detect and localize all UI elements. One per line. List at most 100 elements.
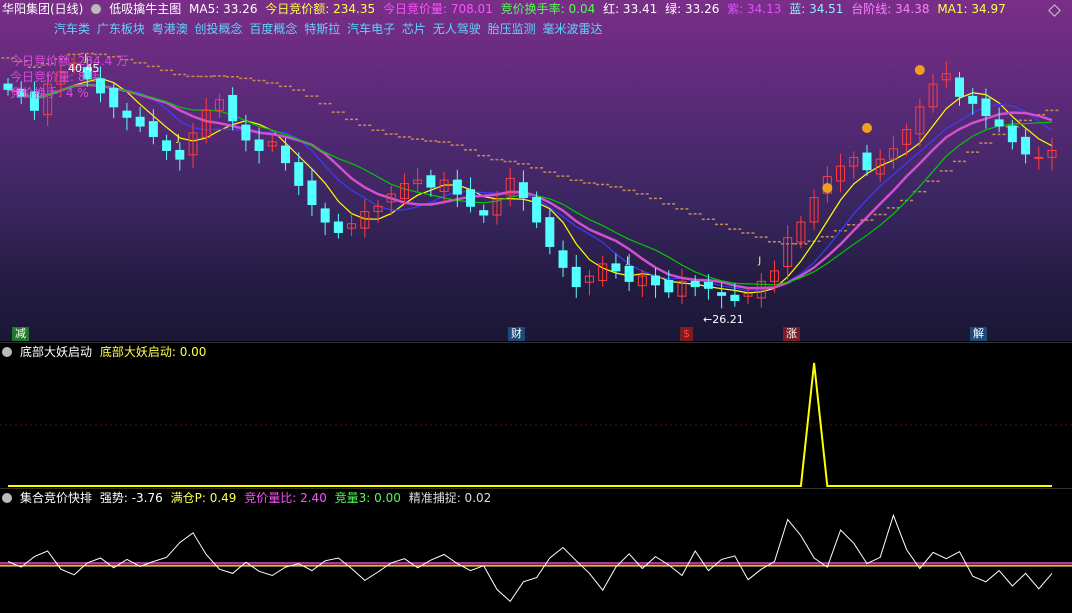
ma5-value: MA5: 33.26 (189, 2, 258, 16)
ma-green-line (7, 84, 1053, 286)
candle-down (545, 217, 555, 247)
signal-j-marker: J (176, 133, 180, 144)
bottom-demon-panel[interactable]: 底部大妖启动 底部大妖启动: 0.00 (0, 343, 1072, 488)
bid-volume-value: 今日竞价量: 708.01 (382, 2, 493, 16)
main-header: 华阳集团(日线) 低吸擒牛主图 MA5: 33.26 今日竞价额: 234.35… (0, 0, 1010, 18)
candle-down (109, 87, 119, 108)
event-chip-rise[interactable]: 涨 (783, 327, 800, 341)
stock-title[interactable]: 华阳集团(日线) (2, 2, 83, 16)
candle-down (968, 95, 978, 104)
event-chip-dollar[interactable]: $ (680, 327, 693, 341)
volume3-value: 竞量3: 0.00 (334, 491, 401, 505)
step-line-value: 台阶线: 34.38 (851, 2, 930, 16)
ma-yellow-line (7, 77, 1053, 294)
event-chip-unlock[interactable]: 解 (970, 327, 987, 341)
candlestick-chart[interactable]: JJJ J (0, 0, 1072, 341)
mid-value: 底部大妖启动: 0.00 (99, 345, 207, 359)
mid-header: 底部大妖启动 底部大妖启动: 0.00 (0, 343, 210, 361)
candle-down (254, 139, 264, 151)
purple-value: 紫: 34.13 (727, 2, 782, 16)
candle-down (611, 263, 621, 272)
auction-rank-panel[interactable]: 集合竞价快排 强势: -3.76 满仓P: 0.49 竞价量比: 2.40 竞量… (0, 489, 1072, 613)
concept-tag[interactable]: 特斯拉 (304, 22, 340, 36)
low-title[interactable]: 集合竞价快排 (20, 491, 92, 505)
bid-amount-value: 今日竞价额: 234.35 (265, 2, 376, 16)
candle-down (241, 124, 251, 141)
signal-j-marker: J (625, 255, 629, 266)
candle-down (532, 197, 542, 223)
candle-down (624, 266, 634, 282)
candle-down (862, 152, 872, 171)
high-price-label: 40.45 (68, 62, 100, 75)
candle-down (466, 189, 476, 207)
candle-down (148, 121, 158, 137)
candle-down (664, 279, 674, 293)
signal-j-marker: J (757, 255, 761, 266)
concept-tag[interactable]: 粤港澳 (152, 22, 188, 36)
full-position-value: 满仓P: 0.49 (170, 491, 237, 505)
event-chip-reduce[interactable]: 减 (12, 327, 29, 341)
ma-purple-line (7, 83, 1053, 290)
candle-down (1007, 125, 1017, 143)
concept-tag[interactable]: 胎压监测 (488, 22, 536, 36)
ma1-value: MA1: 34.97 (937, 2, 1006, 16)
buy-signal-star-icon (914, 65, 925, 75)
concept-tags: 汽车类 广东板块 粤港澳 创投概念 百度概念 特斯拉 汽车电子 芯片 无人驾驶 … (54, 20, 605, 37)
candle-down (954, 77, 964, 97)
buy-signal-star-icon (822, 183, 833, 193)
green-value: 绿: 33.26 (665, 2, 720, 16)
auction-rank-chart (0, 513, 1072, 603)
candle-down (426, 175, 436, 188)
candle-down (981, 98, 991, 117)
concept-tag[interactable]: 汽车电子 (347, 22, 395, 36)
candle-down (452, 179, 462, 195)
main-chart-panel[interactable]: JJJJ 华阳集团(日线) 低吸擒牛主图 MA5: 33.26 今日竞价额: 2… (0, 0, 1072, 341)
mid-title[interactable]: 底部大妖启动 (20, 345, 92, 359)
candle-down (518, 182, 528, 199)
concept-tag[interactable]: 创投概念 (195, 22, 243, 36)
candle-down (994, 119, 1004, 127)
candle-down (651, 275, 661, 286)
formula-name[interactable]: 低吸擒牛主图 (109, 2, 181, 16)
candle-down (162, 140, 172, 151)
candle-down (122, 110, 132, 118)
candle-down (479, 210, 489, 216)
candle-down (730, 294, 740, 302)
precise-capture-value: 精准捕捉: 0.02 (408, 491, 492, 505)
concept-tag[interactable]: 百度概念 (249, 22, 297, 36)
concept-tag[interactable]: 毫米波雷达 (542, 22, 602, 36)
candle-up (1034, 156, 1044, 159)
info-bid-turnover: 竞价换手: 4 % (10, 86, 89, 100)
candle-down (294, 162, 304, 186)
red-value: 红: 33.41 (603, 2, 658, 16)
concept-tag[interactable]: 芯片 (402, 22, 426, 36)
settings-gear-icon[interactable] (91, 2, 105, 16)
volume-ratio-value: 竞价量比: 2.40 (244, 491, 327, 505)
candle-down (135, 116, 145, 127)
candle-down (175, 149, 185, 160)
candle-down (703, 281, 713, 289)
candle-down (281, 145, 291, 164)
bottom-demon-chart (0, 362, 1072, 487)
event-chip-finance[interactable]: 财 (508, 327, 525, 341)
candle-down (228, 94, 238, 122)
low-header: 集合竞价快排 强势: -3.76 满仓P: 0.49 竞价量比: 2.40 竞量… (0, 489, 495, 507)
candle-down (333, 221, 343, 233)
candle-down (307, 180, 317, 206)
low-price-label: ←26.21 (703, 313, 744, 326)
settings-gear-icon[interactable] (2, 491, 16, 505)
candle-down (717, 292, 727, 296)
candle-down (571, 266, 581, 288)
candle-down (558, 250, 568, 268)
concept-tag[interactable]: 汽车类 (54, 22, 90, 36)
candle-down (690, 280, 700, 288)
blue-value: 蓝: 34.51 (789, 2, 844, 16)
concept-tag[interactable]: 无人驾驶 (433, 22, 481, 36)
bid-turnover-value: 竞价换手率: 0.04 (500, 2, 596, 16)
strength-value: 强势: -3.76 (99, 491, 163, 505)
settings-gear-icon[interactable] (2, 345, 16, 359)
concept-tag[interactable]: 广东板块 (97, 22, 145, 36)
candle-down (320, 208, 330, 223)
candle-down (1021, 136, 1031, 155)
strength-series-line (7, 513, 1053, 603)
